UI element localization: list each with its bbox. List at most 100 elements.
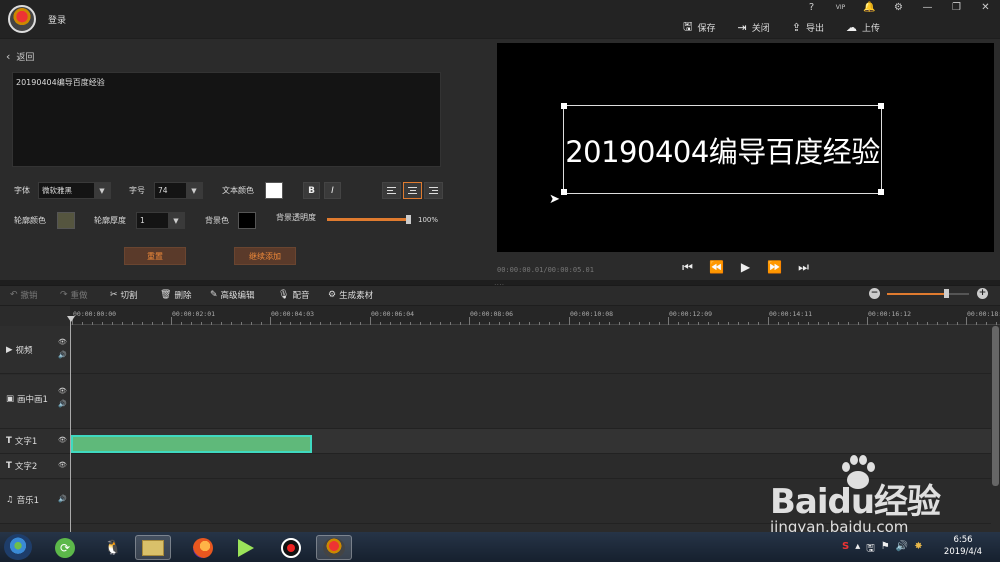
bell-icon[interactable]: 🔔 (855, 0, 884, 16)
qq-icon[interactable]: 🐧 (95, 535, 131, 560)
ruler-tick (897, 322, 898, 325)
delete-button[interactable]: 🗑 删除 (160, 289, 191, 301)
ruler-tick (668, 317, 669, 325)
text-color-swatch[interactable] (265, 182, 283, 199)
bg-opacity-slider[interactable] (327, 218, 411, 221)
help-icon[interactable]: ? (797, 0, 826, 16)
track-type-icon: T (6, 436, 12, 446)
file-explorer-icon[interactable] (135, 535, 171, 560)
track-header[interactable]: T 文字1 👁 (0, 429, 70, 454)
timeline-scrollbar[interactable] (992, 326, 999, 486)
generate-material-button[interactable]: ⚙ 生成素材 (328, 289, 373, 301)
login-link[interactable]: 登录 (48, 13, 66, 26)
skip-start-icon[interactable]: ⏮ (680, 260, 695, 275)
media-player-icon[interactable] (228, 535, 264, 560)
resize-handle[interactable] (878, 189, 884, 195)
track-header[interactable]: ▣ 画中画1 👁 🔊 (0, 375, 70, 429)
minimize-icon[interactable]: — (913, 0, 942, 16)
ruler-tick (162, 322, 163, 325)
ruler-tick (280, 322, 281, 325)
volume-icon[interactable]: 🔊 (896, 541, 908, 558)
refresh-app-icon[interactable]: ⟳ (47, 535, 83, 560)
export-icon: ⇪ (791, 21, 801, 34)
skip-end-icon[interactable]: ⏭ (796, 260, 811, 275)
ruler-tick (529, 322, 530, 325)
ruler-tick-label: 00:00:18: (967, 310, 1000, 318)
screen-recorder-icon[interactable] (273, 535, 309, 560)
align-left-button[interactable] (382, 182, 401, 199)
ruler-tick (609, 322, 610, 325)
resize-handle[interactable] (561, 189, 567, 195)
track-name: ▶ 视频 (6, 345, 33, 356)
reset-button[interactable]: 重置 (124, 247, 186, 265)
upload-button[interactable]: ☁ 上传 (846, 18, 880, 37)
track-header[interactable]: T 文字2 👁 (0, 454, 70, 479)
text-clip[interactable] (71, 435, 312, 453)
bg-opacity-slider-handle[interactable] (406, 215, 411, 224)
text-content-input[interactable]: 20190404编导百度经验 (12, 72, 441, 167)
undo-button[interactable]: ↶ 撤销 (10, 289, 38, 301)
align-right-button[interactable] (424, 182, 443, 199)
ruler-tick (350, 322, 351, 325)
clock[interactable]: 6:56 2019/4/4 (938, 534, 988, 558)
close-window-icon[interactable]: ✕ (971, 0, 1000, 16)
play-icon[interactable]: ▶ (738, 260, 753, 275)
ruler-tick (340, 322, 341, 325)
ruler-tick (310, 322, 311, 325)
dub-button[interactable]: 🎙 配音 (278, 289, 309, 301)
undo-icon: ↶ (10, 290, 18, 300)
eye-icon[interactable]: 👁 (58, 387, 67, 395)
zoom-slider-handle[interactable] (944, 289, 949, 298)
device-icon[interactable]: 🖫 (866, 541, 875, 558)
zoom-out-icon[interactable]: − (869, 288, 880, 299)
eye-icon[interactable]: 👁 (58, 436, 67, 444)
video-editor-icon[interactable] (316, 535, 352, 560)
notification-icon[interactable]: ✸ (914, 541, 922, 558)
advanced-edit-button[interactable]: ✎ 高级编辑 (210, 289, 255, 301)
tray-expand-icon[interactable]: ▴ (855, 541, 860, 558)
speaker-icon[interactable]: 🔊 (58, 400, 67, 408)
zoom-slider-fill (887, 293, 947, 295)
eye-icon[interactable]: 👁 (58, 338, 67, 346)
track-header[interactable]: ♫ 音乐1 🔊 (0, 480, 70, 524)
eye-icon[interactable]: 👁 (58, 461, 67, 469)
zoom-in-icon[interactable]: + (977, 288, 988, 299)
outline-color-swatch[interactable] (57, 212, 75, 229)
step-forward-icon[interactable]: ⏩ (767, 260, 782, 275)
maximize-icon[interactable]: ❐ (942, 0, 971, 16)
cut-button[interactable]: ✂ 切割 (110, 289, 138, 301)
font-size-select[interactable]: 74 ▼ (154, 182, 203, 199)
save-button[interactable]: 🖫 保存 (683, 18, 715, 37)
back-button[interactable]: ‹ 返回 (6, 50, 34, 63)
resize-handle[interactable] (561, 103, 567, 109)
bold-button[interactable]: B (303, 182, 320, 199)
track-lane[interactable] (71, 375, 991, 429)
bg-color-swatch[interactable] (238, 212, 256, 229)
vip-icon[interactable]: VIP (826, 0, 855, 16)
track-lane[interactable] (71, 326, 991, 374)
speaker-icon[interactable]: 🔊 (58, 351, 67, 359)
firefox-icon[interactable] (185, 535, 221, 560)
close-button[interactable]: ⇥ 关闭 (738, 18, 770, 37)
redo-button[interactable]: ↷ 重做 (60, 289, 88, 301)
ruler-tick (320, 322, 321, 325)
speaker-icon[interactable]: 🔊 (58, 495, 67, 503)
playhead[interactable] (70, 318, 71, 532)
start-button[interactable] (4, 534, 32, 560)
avatar[interactable] (8, 5, 36, 33)
continue-add-button[interactable]: 继续添加 (234, 247, 296, 265)
font-select[interactable]: 微软雅黑 ▼ (38, 182, 111, 199)
export-button[interactable]: ⇪ 导出 (792, 18, 824, 37)
italic-button[interactable]: I (324, 182, 341, 199)
step-back-icon[interactable]: ⏪ (709, 260, 724, 275)
gear-icon[interactable]: ⚙ (884, 0, 913, 16)
preview-timecode: 00:00:00.01/00:00:05.01 (497, 266, 594, 274)
resize-handle[interactable] (878, 103, 884, 109)
caption-box[interactable]: 20190404编导百度经验 (563, 105, 882, 194)
network-icon[interactable]: ⚑ (881, 541, 890, 558)
input-method-icon[interactable]: S (842, 541, 849, 558)
track-header[interactable]: ▶ 视频 👁 🔊 (0, 326, 70, 374)
align-center-button[interactable] (403, 182, 422, 199)
playhead-handle[interactable] (67, 316, 75, 322)
outline-width-select[interactable]: 1 ▼ (136, 212, 185, 229)
